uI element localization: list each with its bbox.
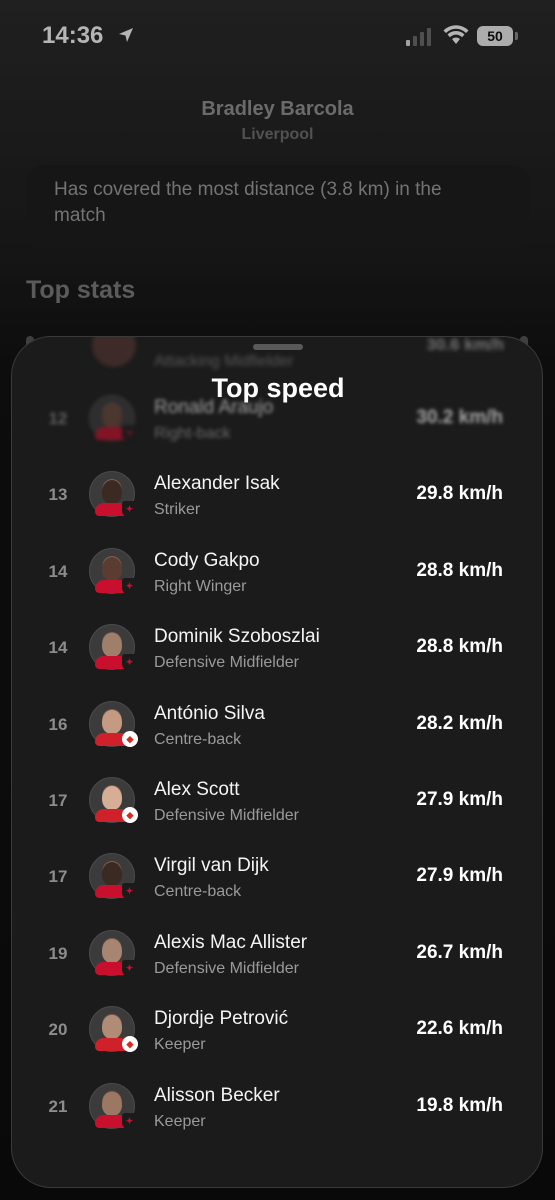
player-row[interactable]: 14 ✦ Dominik Szoboszlai Defensive Midfielde… — [12, 612, 542, 688]
player-row[interactable]: 16 ◆ António Silva Centre-back 28.2 km/h — [12, 689, 542, 765]
player-rank: 12 — [48, 409, 68, 428]
liverpool-badge-icon: ✦ — [122, 1112, 137, 1130]
player-name: Alex Scott — [154, 779, 240, 800]
player-position: Centre-back — [154, 730, 242, 748]
player-row[interactable]: 17 ◆ Alex Scott Defensive Midfielder 27.9 km… — [12, 765, 542, 841]
player-position: Right-back — [154, 425, 231, 442]
player-rank: 17 — [48, 867, 68, 887]
player-rank: 19 — [48, 943, 68, 963]
player-face — [102, 633, 122, 658]
player-name: Alisson Becker — [154, 1084, 280, 1106]
player-name: Virgil van Dijk — [154, 855, 269, 877]
player-face — [102, 404, 122, 428]
top-speed-value: 26.7 km/h — [416, 941, 503, 963]
player-row[interactable]: 21 ✦ Alisson Becker Keeper 19.8 km/h — [12, 1071, 542, 1147]
player-rank: 20 — [48, 1020, 68, 1040]
top-speed-value: 30.2 km/h — [416, 407, 503, 428]
player-position: Striker — [154, 501, 201, 519]
top-speed-sheet: Attacking Midfielder 30.6 km/h Top speed… — [11, 336, 543, 1188]
player-position: Keeper — [154, 1036, 206, 1054]
player-face — [102, 709, 122, 734]
player-face — [102, 786, 122, 810]
top-speed-value: 30.6 km/h — [426, 336, 505, 354]
player-face — [102, 1091, 122, 1116]
top-speed-value: 28.8 km/h — [416, 559, 503, 581]
player-position: Defensive Midfielder — [154, 654, 299, 672]
player-name: Djordje Petrović — [154, 1008, 289, 1030]
player-face — [102, 556, 122, 581]
top-speed-value: 22.6 km/h — [416, 1018, 503, 1040]
player-row[interactable]: 12 ✦ Ronald Araujo Right-back 30.2 km/h — [12, 383, 542, 459]
player-row[interactable]: 14 ✦ Cody Gakpo Right Winger 28.8 km/h — [12, 536, 542, 612]
player-face — [102, 862, 122, 887]
player-position: Defensive Midfielder — [154, 959, 299, 977]
player-name: Alexis Mac Allister — [154, 931, 308, 953]
player-row[interactable]: 19 ✦ Alexis Mac Allister Defensive Midfield… — [12, 918, 542, 994]
player-position: Right Winger — [154, 577, 247, 595]
player-name: Dominik Szoboszlai — [154, 626, 320, 648]
player-rank: 14 — [48, 561, 68, 581]
liverpool-badge-icon: ✦ — [122, 883, 137, 901]
player-position: Centre-back — [154, 883, 242, 901]
liverpool-badge-icon: ✦ — [122, 425, 137, 442]
player-position: Defensive Midfielder — [154, 807, 299, 824]
top-speed-value: 28.8 km/h — [416, 636, 503, 658]
bournemouth-badge-icon: ◆ — [122, 730, 138, 747]
player-row[interactable]: 17 ✦ Virgil van Dijk Centre-back 27.9 km/h — [12, 841, 542, 917]
player-rank: 13 — [48, 485, 68, 505]
top-speed-value: 27.9 km/h — [416, 865, 503, 887]
liverpool-badge-icon: ✦ — [122, 654, 137, 672]
player-name: António Silva — [154, 702, 265, 724]
player-position: Attacking Midfielder — [154, 353, 294, 370]
bournemouth-badge-icon: ◆ — [122, 807, 138, 823]
player-avatar — [92, 337, 136, 367]
liverpool-badge-icon: ✦ — [122, 959, 137, 977]
player-name: Cody Gakpo — [154, 549, 260, 571]
player-face — [102, 938, 122, 963]
liverpool-badge-icon: ✦ — [122, 501, 137, 519]
player-rank: 17 — [48, 791, 68, 810]
top-speed-value: 19.8 km/h — [416, 1094, 503, 1116]
player-name: Ronald Araujo — [154, 397, 274, 418]
blurred-scrolled-row: Attacking Midfielder 30.6 km/h — [12, 336, 542, 375]
player-position: Keeper — [154, 1112, 206, 1130]
top-speed-value: 27.9 km/h — [416, 789, 503, 810]
player-row[interactable]: 13 ✦ Alexander Isak Striker 29.8 km/h — [12, 459, 542, 535]
player-rank: 14 — [48, 638, 68, 658]
liverpool-badge-icon: ✦ — [122, 577, 137, 595]
player-name: Alexander Isak — [154, 473, 280, 495]
player-row[interactable]: 20 ◆ Djordje Petrović Keeper 22.6 km/h — [12, 994, 542, 1070]
top-speed-value: 28.2 km/h — [416, 712, 503, 734]
bournemouth-badge-icon: ◆ — [122, 1036, 138, 1053]
player-rank: 16 — [48, 714, 68, 734]
player-face — [102, 480, 122, 505]
top-speed-value: 29.8 km/h — [416, 483, 503, 505]
player-face — [102, 1015, 122, 1040]
player-rank: 21 — [48, 1096, 68, 1116]
